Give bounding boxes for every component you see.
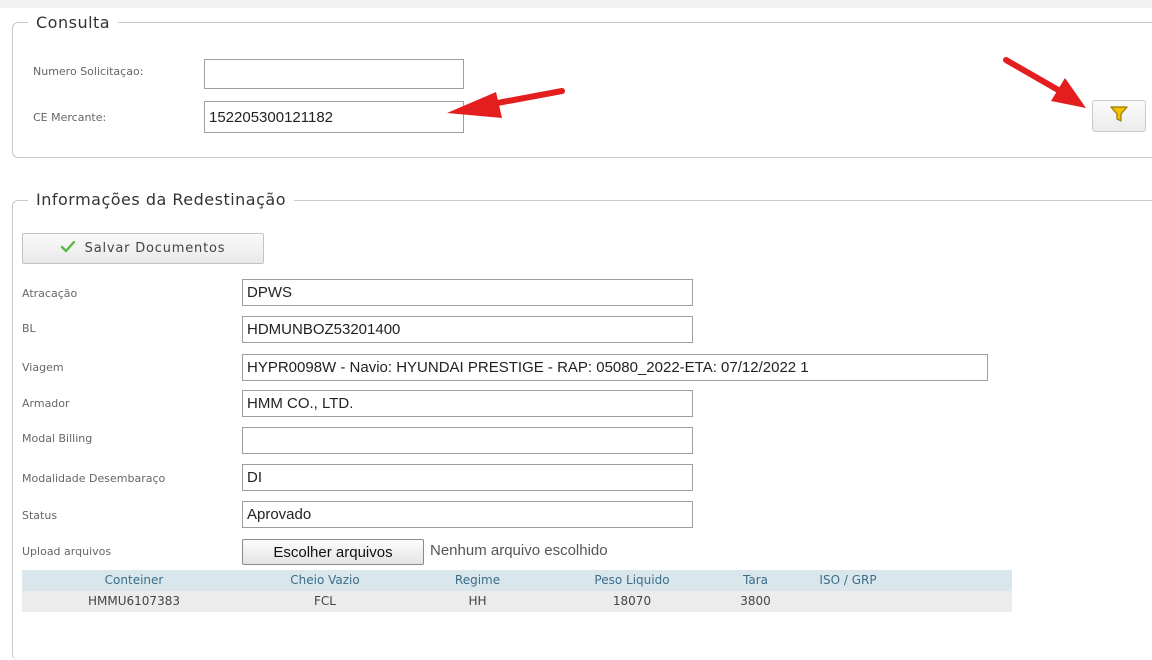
filter-button[interactable]: [1092, 100, 1146, 132]
upload-status-text: Nenhum arquivo escolhido: [430, 542, 608, 559]
informacoes-legend: Informações da Redestinação: [28, 190, 294, 210]
cell-peso-liquido: 18070: [612, 594, 652, 608]
atracacao-input[interactable]: [242, 279, 693, 306]
upload-arquivos-label: Upload arquivos: [22, 545, 112, 558]
bl-label: BL: [22, 322, 36, 335]
header-spacer: [898, 570, 1012, 591]
consulta-legend: Consulta: [28, 13, 119, 33]
header-peso-liquido[interactable]: Peso Liquido: [551, 570, 713, 591]
modal-billing-input[interactable]: [242, 427, 693, 454]
numero-solicitacao-input[interactable]: [204, 59, 464, 89]
modal-billing-label: Modal Billing: [22, 432, 93, 445]
status-input[interactable]: [242, 501, 693, 528]
cell-spacer: [898, 591, 1012, 612]
cell-iso-grp: [798, 591, 898, 612]
header-regime[interactable]: Regime: [404, 570, 551, 591]
containers-table: Conteiner Cheio Vazio Regime Peso Liquid…: [22, 570, 1012, 612]
filter-icon: [1109, 104, 1129, 129]
bl-input[interactable]: [242, 316, 693, 343]
ce-mercante-label: CE Mercante:: [33, 111, 107, 124]
header-conteiner[interactable]: Conteiner: [22, 570, 246, 591]
atracacao-label: Atracação: [22, 287, 78, 300]
header-tara[interactable]: Tara: [713, 570, 798, 591]
ce-mercante-input[interactable]: [204, 101, 464, 133]
table-row[interactable]: HMMU6107383 FCL HH 18070 3800: [22, 591, 1012, 612]
salvar-documentos-label: Salvar Documentos: [84, 241, 226, 256]
check-icon: [60, 240, 75, 257]
header-cheio-vazio[interactable]: Cheio Vazio: [246, 570, 404, 591]
armador-label: Armador: [22, 397, 70, 410]
numero-solicitacao-label: Numero Solicitaçao:: [33, 65, 144, 78]
modalidade-desembaraco-input[interactable]: [242, 464, 693, 491]
consulta-fieldset: [12, 22, 1152, 158]
header-iso-grp[interactable]: ISO / GRP: [798, 570, 898, 591]
status-label: Status: [22, 509, 58, 522]
viagem-label: Viagem: [22, 361, 64, 374]
top-strip: [0, 0, 1152, 8]
salvar-documentos-button[interactable]: Salvar Documentos: [22, 233, 264, 264]
cell-cheio-vazio: FCL: [314, 594, 336, 608]
armador-input[interactable]: [242, 390, 693, 417]
modalidade-desembaraco-label: Modalidade Desembaraço: [22, 472, 166, 485]
cell-conteiner: HMMU6107383: [88, 594, 180, 608]
escolher-arquivos-button[interactable]: Escolher arquivos: [242, 539, 424, 565]
table-header-row: Conteiner Cheio Vazio Regime Peso Liquid…: [22, 570, 1012, 591]
viagem-input[interactable]: [242, 354, 988, 381]
cell-tara: 3800: [740, 594, 771, 608]
cell-regime: HH: [468, 594, 487, 608]
